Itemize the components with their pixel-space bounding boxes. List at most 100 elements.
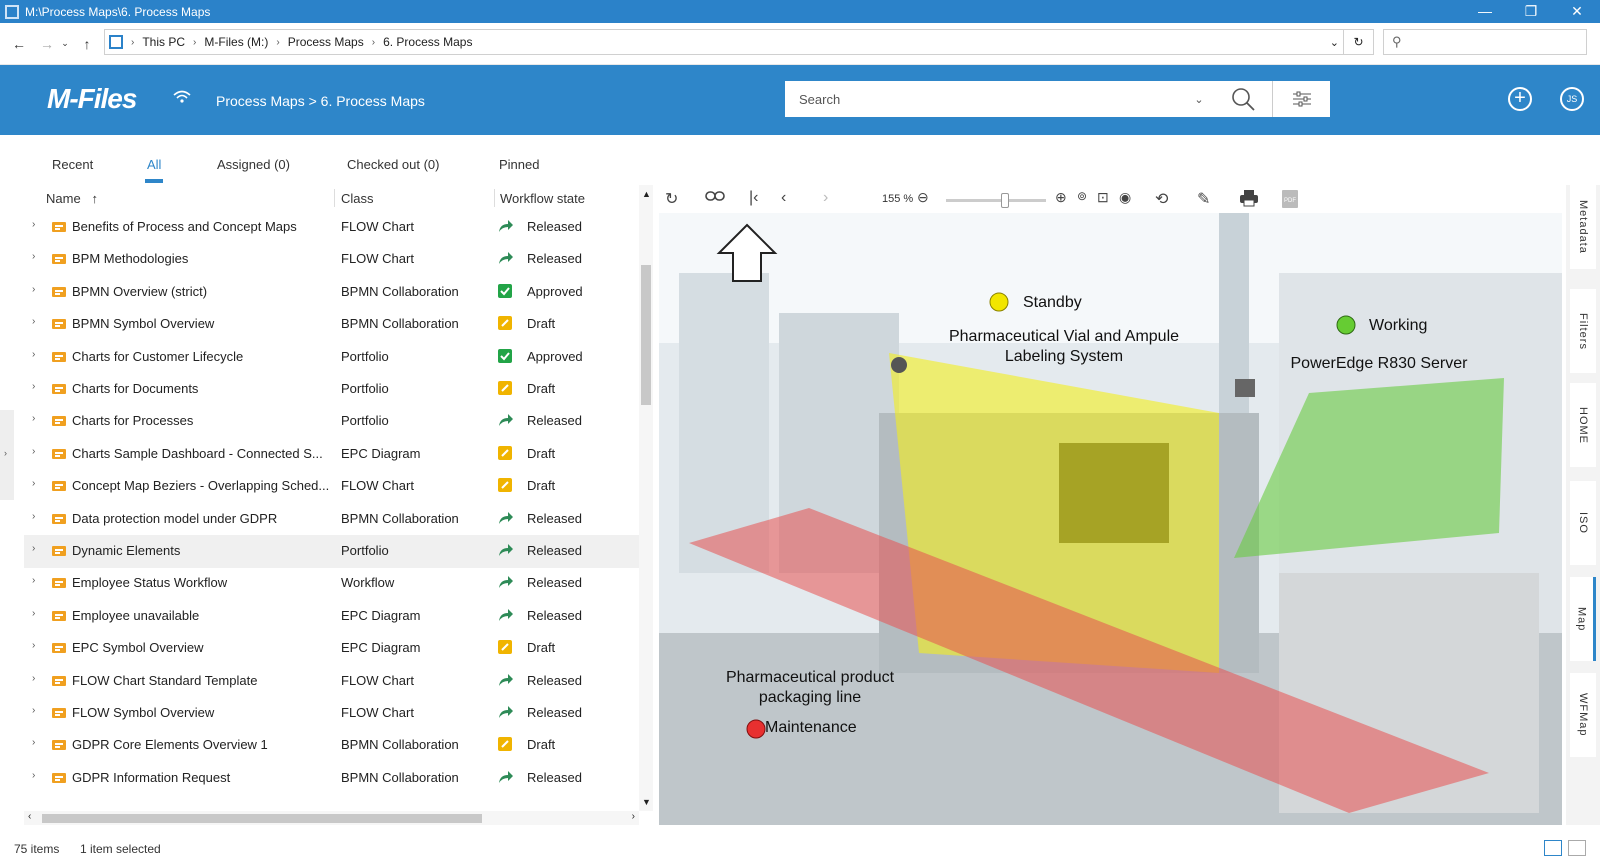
history-icon[interactable]: ⟲ bbox=[1155, 189, 1168, 209]
tab-assigned[interactable]: Assigned (0) bbox=[217, 157, 290, 172]
maintenance-status-dot-icon[interactable] bbox=[745, 718, 767, 740]
tab-pinned[interactable]: Pinned bbox=[499, 157, 539, 172]
first-page-icon[interactable]: |‹ bbox=[749, 189, 758, 207]
tab-filters[interactable]: Filters bbox=[1570, 289, 1596, 373]
mfiles-search-box[interactable]: Search ⌄ bbox=[785, 81, 1330, 117]
item-name[interactable]: Employee unavailable bbox=[72, 608, 350, 623]
list-item[interactable]: › Charts for Documents Portfolio Draft bbox=[24, 373, 639, 406]
item-name[interactable]: Charts Sample Dashboard - Connected S... bbox=[72, 446, 350, 461]
map-preview[interactable]: Standby Pharmaceutical Vial and Ampule L… bbox=[659, 213, 1562, 825]
list-horizontal-scrollbar[interactable]: ‹ › bbox=[24, 811, 639, 825]
left-panel-toggle[interactable]: › bbox=[0, 410, 14, 500]
list-item[interactable]: › FLOW Chart Standard Template FLOW Chart R… bbox=[24, 665, 639, 698]
user-avatar[interactable]: JS bbox=[1560, 87, 1584, 111]
list-item[interactable]: › BPM Methodologies FLOW Chart Released bbox=[24, 243, 639, 276]
back-arrow-icon[interactable]: ← bbox=[8, 36, 30, 52]
next-page-icon[interactable]: › bbox=[823, 189, 828, 207]
path-segment-drive[interactable]: M-Files (M:) bbox=[196, 35, 276, 49]
expand-chevron-icon[interactable]: › bbox=[32, 478, 35, 489]
column-divider[interactable] bbox=[494, 189, 495, 207]
column-class-header[interactable]: Class bbox=[341, 191, 374, 206]
list-item[interactable]: › BPMN Overview (strict) BPMN Collaboratio… bbox=[24, 276, 639, 309]
expand-chevron-icon[interactable]: › bbox=[32, 251, 35, 262]
list-item[interactable]: › Employee Status Workflow Workflow Release… bbox=[24, 567, 639, 600]
list-item[interactable]: › Dynamic Elements Portfolio Released bbox=[24, 535, 639, 568]
tab-iso[interactable]: ISO bbox=[1570, 481, 1596, 565]
expand-chevron-icon[interactable]: › bbox=[32, 219, 35, 230]
item-name[interactable]: BPM Methodologies bbox=[72, 251, 350, 266]
tab-home[interactable]: HOME bbox=[1570, 383, 1596, 467]
edit-pencil-icon[interactable]: ✎ bbox=[1197, 189, 1210, 209]
mfiles-logo[interactable]: M-Files bbox=[47, 83, 137, 115]
tab-recent[interactable]: Recent bbox=[52, 157, 93, 172]
working-status-dot-icon[interactable] bbox=[1335, 314, 1357, 336]
item-name[interactable]: FLOW Symbol Overview bbox=[72, 705, 350, 720]
item-name[interactable]: Data protection model under GDPR bbox=[72, 511, 350, 526]
list-item[interactable]: › Concept Map Beziers - Overlapping Sched… bbox=[24, 470, 639, 503]
breadcrumb[interactable]: Process Maps > 6. Process Maps bbox=[216, 93, 425, 109]
zoom-out-icon[interactable]: ⊖ bbox=[917, 189, 929, 206]
search-icon[interactable] bbox=[1214, 81, 1272, 117]
list-item[interactable]: › Charts Sample Dashboard - Connected S..… bbox=[24, 438, 639, 471]
list-item[interactable]: › Employee unavailable EPC Diagram Released bbox=[24, 600, 639, 633]
column-name-header[interactable]: Name ↑ bbox=[46, 191, 98, 206]
explorer-search-input[interactable]: ⚲ bbox=[1383, 29, 1587, 55]
minimize-button[interactable]: — bbox=[1462, 0, 1508, 23]
expand-chevron-icon[interactable]: › bbox=[32, 349, 35, 360]
server-label[interactable]: PowerEdge R830 Server bbox=[1279, 355, 1479, 373]
expand-chevron-icon[interactable]: › bbox=[32, 381, 35, 392]
search-filter-icon[interactable] bbox=[1272, 81, 1330, 117]
scroll-up-icon[interactable]: ▲ bbox=[642, 189, 651, 199]
scroll-right-icon[interactable]: › bbox=[632, 811, 635, 822]
item-name[interactable]: GDPR Core Elements Overview 1 bbox=[72, 737, 350, 752]
forward-arrow-icon[interactable]: → bbox=[36, 36, 58, 52]
list-item[interactable]: › GDPR Information Request BPMN Collaborat… bbox=[24, 762, 639, 795]
reload-icon[interactable]: ↻ bbox=[665, 189, 678, 209]
expand-chevron-icon[interactable]: › bbox=[32, 413, 35, 424]
expand-chevron-icon[interactable]: › bbox=[32, 673, 35, 684]
item-name[interactable]: Benefits of Process and Concept Maps bbox=[72, 219, 350, 234]
tab-metadata[interactable]: Metadata bbox=[1570, 185, 1596, 269]
scroll-down-icon[interactable]: ▼ bbox=[642, 797, 651, 807]
column-state-header[interactable]: Workflow state bbox=[500, 191, 585, 206]
path-segment-process-maps[interactable]: Process Maps bbox=[280, 35, 372, 49]
zoom-in-icon[interactable]: ⊕ bbox=[1055, 189, 1067, 206]
path-segment-current[interactable]: 6. Process Maps bbox=[375, 35, 480, 49]
list-item[interactable]: › BPMN Symbol Overview BPMN Collaboration D… bbox=[24, 308, 639, 341]
item-name[interactable]: Employee Status Workflow bbox=[72, 575, 350, 590]
close-button[interactable]: ✕ bbox=[1554, 0, 1600, 23]
tab-checked-out[interactable]: Checked out (0) bbox=[347, 157, 440, 172]
scroll-left-icon[interactable]: ‹ bbox=[28, 811, 31, 822]
item-name[interactable]: EPC Symbol Overview bbox=[72, 640, 350, 655]
expand-chevron-icon[interactable]: › bbox=[32, 575, 35, 586]
search-input[interactable]: Search bbox=[785, 92, 1184, 107]
list-item[interactable]: › Charts for Customer Lifecycle Portfolio A… bbox=[24, 341, 639, 374]
up-arrow-icon[interactable]: ↑ bbox=[76, 36, 98, 52]
standby-status-dot-icon[interactable] bbox=[988, 291, 1010, 313]
details-view-icon[interactable] bbox=[1544, 840, 1562, 856]
create-new-plus-icon[interactable]: + bbox=[1508, 87, 1532, 111]
expand-chevron-icon[interactable]: › bbox=[32, 446, 35, 457]
expand-chevron-icon[interactable]: › bbox=[32, 284, 35, 295]
view-eye-icon[interactable]: ◉ bbox=[1119, 189, 1131, 206]
expand-chevron-icon[interactable]: › bbox=[32, 640, 35, 651]
path-segment-pc[interactable]: This PC bbox=[142, 35, 193, 49]
list-vertical-scrollbar[interactable]: ▲ ▼ bbox=[639, 185, 653, 811]
tab-map[interactable]: Map bbox=[1570, 577, 1596, 661]
horizontal-scroll-thumb[interactable] bbox=[42, 814, 482, 823]
item-name[interactable]: Concept Map Beziers - Overlapping Sched.… bbox=[72, 478, 350, 493]
expand-chevron-icon[interactable]: › bbox=[32, 737, 35, 748]
packaging-line-label[interactable]: Pharmaceutical product packaging line bbox=[715, 668, 905, 708]
previous-page-icon[interactable]: ‹ bbox=[781, 189, 786, 207]
zoom-slider-handle[interactable] bbox=[1001, 193, 1010, 208]
print-icon[interactable] bbox=[1239, 189, 1259, 212]
expand-chevron-icon[interactable]: › bbox=[32, 705, 35, 716]
item-name[interactable]: Charts for Documents bbox=[72, 381, 350, 396]
vial-labeling-system-label[interactable]: Pharmaceutical Vial and Ampule Labeling … bbox=[929, 327, 1199, 367]
search-options-chevron-icon[interactable]: ⌄ bbox=[1184, 93, 1214, 106]
fit-to-window-icon[interactable]: ⊡ bbox=[1097, 189, 1109, 206]
list-item[interactable]: › Charts for Processes Portfolio Released bbox=[24, 405, 639, 438]
item-name[interactable]: FLOW Chart Standard Template bbox=[72, 673, 350, 688]
list-item[interactable]: › Data protection model under GDPR BPMN Co… bbox=[24, 503, 639, 536]
list-item[interactable]: › GDPR Core Elements Overview 1 BPMN Colla… bbox=[24, 729, 639, 762]
